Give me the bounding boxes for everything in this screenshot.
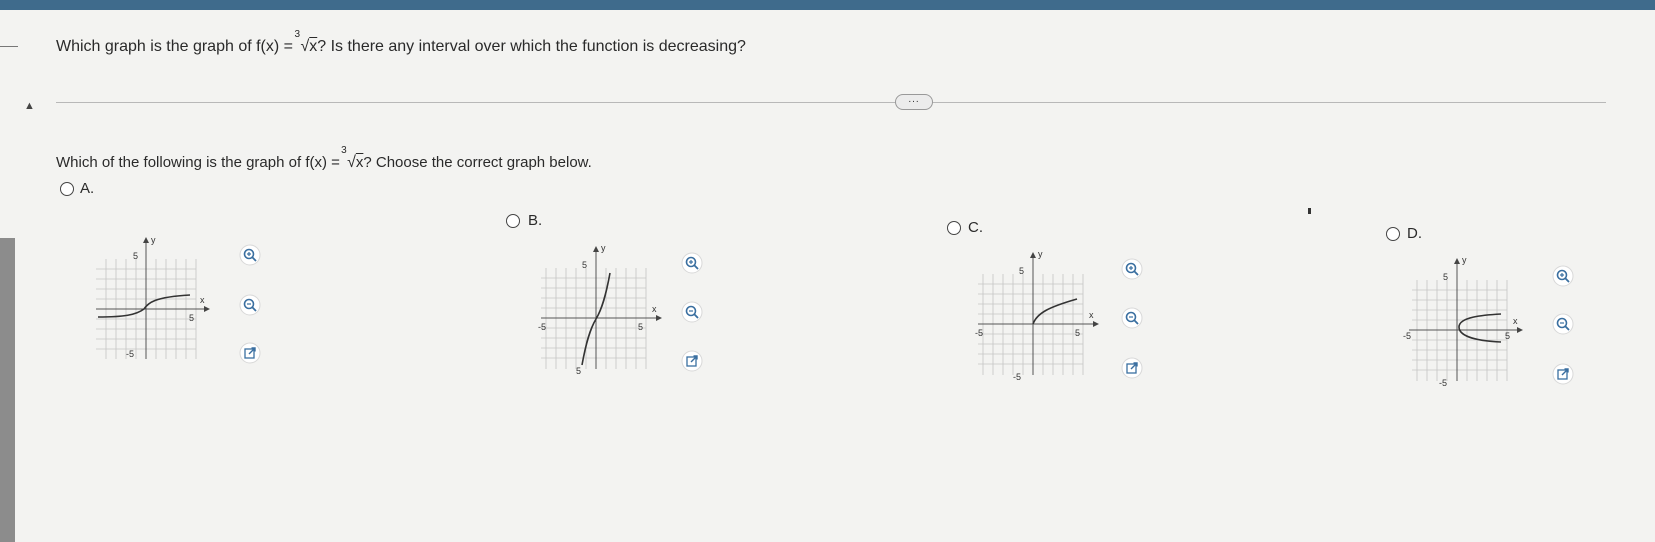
option-a-label[interactable]: A. xyxy=(80,180,94,197)
option-d-open-in-new-window-icon[interactable] xyxy=(1552,363,1574,385)
cube-root: 3 √x xyxy=(294,29,318,55)
option-a-zoom-out-icon[interactable] xyxy=(239,294,261,316)
option-a-tick-bottom: -5 xyxy=(126,349,134,359)
option-c-tick-bottom: -5 xyxy=(1013,372,1021,382)
option-b-tick-bottom: 5 xyxy=(576,366,581,376)
option-d-zoom-in-icon[interactable] xyxy=(1552,265,1574,287)
option-d-graph: y x 5 5 -5 -5 xyxy=(1403,255,1523,388)
option-b-graph: y x 5 5 -5 5 xyxy=(538,243,662,376)
collapse-arrow-icon[interactable]: ▲ xyxy=(24,100,35,112)
option-a-tick-top: 5 xyxy=(133,251,138,261)
option-d-radio[interactable] xyxy=(1386,227,1400,241)
section-divider xyxy=(56,102,1606,103)
option-c-axis-x: x xyxy=(1089,310,1094,320)
left-divider-tick xyxy=(0,46,18,47)
option-a-graph: y x 5 5 -5 xyxy=(96,235,210,359)
left-scroll-strip[interactable] xyxy=(0,238,15,542)
option-c-label[interactable]: C. xyxy=(968,219,983,236)
option-a-axis-y: y xyxy=(151,235,156,245)
option-b-tick-left: -5 xyxy=(538,322,546,332)
option-d-axis-y: y xyxy=(1462,255,1467,265)
option-b-zoom-out-icon[interactable] xyxy=(681,301,703,323)
option-c-tick-left: -5 xyxy=(975,328,983,338)
option-a-tick-right: 5 xyxy=(189,313,194,323)
option-d-tick-top: 5 xyxy=(1443,272,1448,282)
option-c-zoom-in-icon[interactable] xyxy=(1121,258,1143,280)
option-c-zoom-out-icon[interactable] xyxy=(1121,307,1143,329)
cube-root: 3 √x xyxy=(341,145,364,171)
option-d-tick-left: -5 xyxy=(1403,331,1411,341)
option-a-zoom-in-icon[interactable] xyxy=(239,244,261,266)
option-b-label[interactable]: B. xyxy=(528,212,542,229)
option-c-open-in-new-window-icon[interactable] xyxy=(1121,357,1143,379)
option-a-axis-x: x xyxy=(200,295,205,305)
option-d-axis-x: x xyxy=(1513,316,1518,326)
option-b-zoom-in-icon[interactable] xyxy=(681,252,703,274)
option-c-tick-right: 5 xyxy=(1075,328,1080,338)
option-b-radio[interactable] xyxy=(506,214,520,228)
option-c-tick-top: 5 xyxy=(1019,266,1024,276)
option-a-open-in-new-window-icon[interactable] xyxy=(239,342,261,364)
option-b-open-in-new-window-icon[interactable] xyxy=(681,350,703,372)
top-bar xyxy=(0,0,1655,10)
option-c-radio[interactable] xyxy=(947,221,961,235)
prompt-text: Which of the following is the graph of f… xyxy=(56,145,592,171)
question-text: Which graph is the graph of f(x) = 3 √x? … xyxy=(56,29,746,55)
option-d-tick-bottom: -5 xyxy=(1439,378,1447,388)
more-button[interactable]: ... xyxy=(895,94,933,110)
question-formula: f(x) = 3 √x xyxy=(256,29,318,55)
option-d-tick-right: 5 xyxy=(1505,331,1510,341)
option-a-radio[interactable] xyxy=(60,182,74,196)
option-d-label[interactable]: D. xyxy=(1407,225,1422,242)
option-d-zoom-out-icon[interactable] xyxy=(1552,313,1574,335)
option-b-axis-x: x xyxy=(652,304,657,314)
prompt-formula: f(x) = 3 √x xyxy=(305,145,364,171)
option-c-graph: y x 5 5 -5 -5 xyxy=(975,249,1099,382)
option-c-axis-y: y xyxy=(1038,249,1043,259)
option-b-tick-right: 5 xyxy=(638,322,643,332)
option-b-axis-y: y xyxy=(601,243,606,253)
option-b-tick-top: 5 xyxy=(582,260,587,270)
stray-mark xyxy=(1308,208,1311,214)
